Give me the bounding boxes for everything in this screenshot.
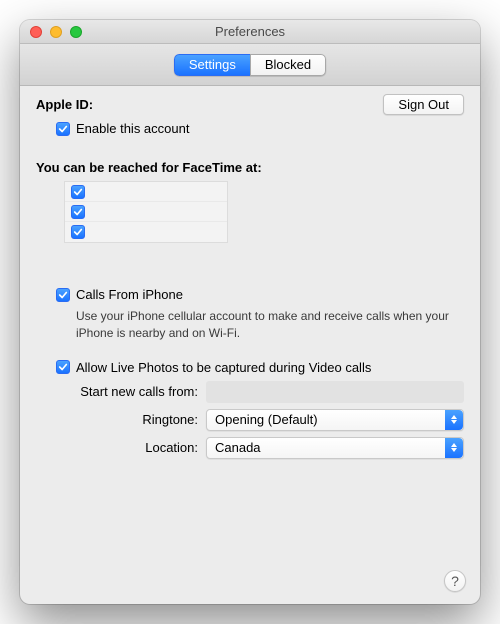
- location-label: Location:: [36, 440, 206, 455]
- reach-checkbox-1[interactable]: [71, 205, 85, 219]
- reach-heading-row: You can be reached for FaceTime at:: [36, 160, 464, 175]
- check-icon: [73, 207, 83, 217]
- tab-settings[interactable]: Settings: [174, 54, 250, 76]
- close-icon[interactable]: [30, 26, 42, 38]
- reach-heading: You can be reached for FaceTime at:: [36, 160, 262, 175]
- reach-checkbox-2[interactable]: [71, 225, 85, 239]
- tab-segmented-control: Settings Blocked: [174, 54, 326, 76]
- check-icon: [73, 187, 83, 197]
- list-item: [65, 202, 227, 222]
- location-select[interactable]: Canada: [206, 437, 464, 459]
- ringtone-label: Ringtone:: [36, 412, 206, 427]
- chevron-updown-icon: [445, 438, 463, 458]
- tab-blocked[interactable]: Blocked: [250, 54, 326, 76]
- ringtone-select[interactable]: Opening (Default): [206, 409, 464, 431]
- help-button[interactable]: ?: [444, 570, 466, 592]
- reach-checkbox-0[interactable]: [71, 185, 85, 199]
- start-from-field[interactable]: [206, 381, 464, 403]
- live-photos-row: Allow Live Photos to be captured during …: [56, 360, 464, 375]
- window-title: Preferences: [215, 24, 285, 39]
- list-item: [65, 182, 227, 202]
- live-photos-label: Allow Live Photos to be captured during …: [76, 360, 371, 375]
- calls-from-iphone-row: Calls From iPhone: [56, 287, 464, 302]
- location-row: Location: Canada: [36, 437, 464, 459]
- start-from-label: Start new calls from:: [36, 384, 206, 399]
- sign-out-button[interactable]: Sign Out: [383, 94, 464, 115]
- minimize-icon[interactable]: [50, 26, 62, 38]
- preferences-window: Preferences Settings Blocked Apple ID: S…: [20, 20, 480, 604]
- toolbar: Settings Blocked: [20, 44, 480, 86]
- start-from-row: Start new calls from:: [36, 381, 464, 403]
- calls-from-iphone-label: Calls From iPhone: [76, 287, 183, 302]
- list-item: [65, 222, 227, 242]
- help-icon: ?: [451, 573, 459, 589]
- live-photos-checkbox[interactable]: [56, 360, 70, 374]
- enable-account-label: Enable this account: [76, 121, 189, 136]
- chevron-updown-icon: [445, 410, 463, 430]
- traffic-lights: [30, 26, 82, 38]
- check-icon: [58, 290, 68, 300]
- ringtone-value: Opening (Default): [215, 412, 318, 427]
- enable-account-row: Enable this account: [56, 121, 464, 136]
- calls-from-iphone-description: Use your iPhone cellular account to make…: [76, 308, 464, 342]
- apple-id-label: Apple ID:: [36, 97, 93, 112]
- zoom-icon[interactable]: [70, 26, 82, 38]
- content-area: Apple ID: Sign Out Enable this account Y…: [20, 86, 480, 604]
- location-value: Canada: [215, 440, 261, 455]
- ringtone-row: Ringtone: Opening (Default): [36, 409, 464, 431]
- check-icon: [58, 124, 68, 134]
- check-icon: [58, 362, 68, 372]
- enable-account-checkbox[interactable]: [56, 122, 70, 136]
- titlebar: Preferences: [20, 20, 480, 44]
- reach-list: [64, 181, 228, 243]
- calls-from-iphone-checkbox[interactable]: [56, 288, 70, 302]
- apple-id-row: Apple ID: Sign Out: [36, 94, 464, 115]
- check-icon: [73, 227, 83, 237]
